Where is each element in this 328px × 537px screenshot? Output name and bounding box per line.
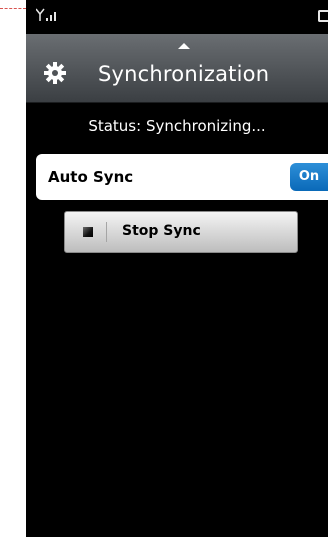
auto-sync-toggle[interactable]: On: [290, 163, 328, 191]
button-divider: [106, 222, 107, 242]
auto-sync-label: Auto Sync: [48, 168, 134, 186]
stop-sync-button[interactable]: Stop Sync: [64, 211, 298, 253]
up-arrow-icon[interactable]: [178, 43, 190, 49]
gear-icon[interactable]: [44, 62, 66, 84]
header-bar: Synchronization: [26, 34, 328, 103]
stop-icon: [83, 227, 93, 237]
phone-screen: Synchronization Status: Synchronizing...…: [26, 0, 328, 537]
sync-status-text: Status: Synchronizing...: [88, 117, 266, 135]
auto-sync-row[interactable]: Auto Sync On: [36, 154, 328, 200]
page-title: Synchronization: [98, 62, 270, 86]
stop-sync-label: Stop Sync: [122, 223, 201, 239]
signal-strength-icon: [35, 8, 60, 26]
status-bar: [26, 0, 328, 34]
dashed-guide-line: [0, 8, 26, 9]
battery-icon: [318, 10, 328, 22]
